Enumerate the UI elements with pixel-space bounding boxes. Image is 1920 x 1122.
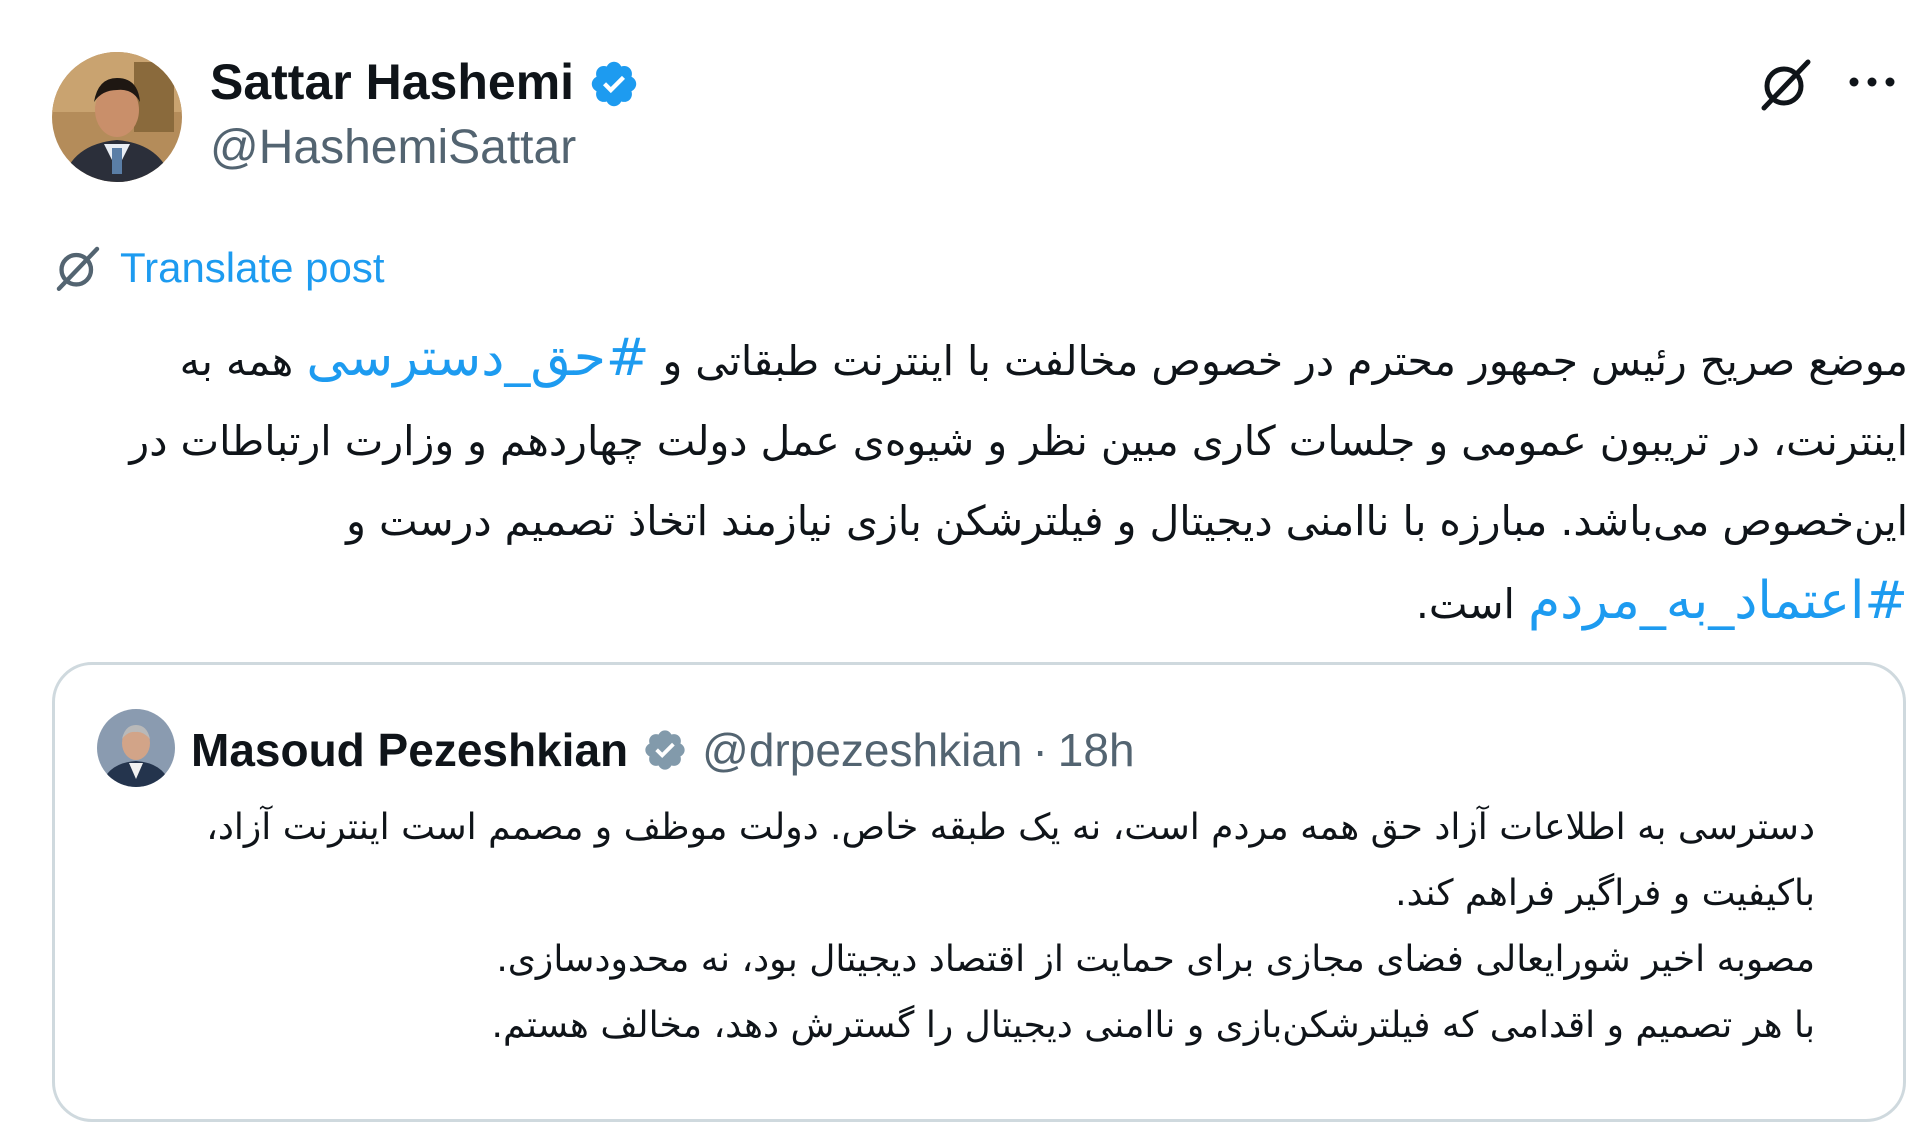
- quoted-text: دسترسی به اطلاعات آزاد حق همه مردم است، …: [155, 795, 1815, 1059]
- post-text-part: موضع صریح رئیس جمهور محترم در خصوص مخالف…: [649, 337, 1908, 385]
- quoted-separator: ·: [1032, 724, 1048, 776]
- author-name[interactable]: Sattar Hashemi: [210, 52, 574, 112]
- quoted-author-handle[interactable]: @drpezeshkian: [702, 723, 1022, 777]
- translate-icon: [56, 246, 100, 291]
- quoted-text-line: دسترسی به اطلاعات آزاد حق همه مردم است، …: [206, 807, 1815, 848]
- quoted-text-line: با هر تصمیم و اقدامی که فیلترشکن‌بازی و …: [491, 1005, 1815, 1046]
- author-avatar[interactable]: [52, 52, 182, 182]
- verified-blue-badge-icon: [591, 61, 637, 107]
- verified-gray-badge-icon: [645, 730, 685, 770]
- quoted-text-line: مصوبه اخیر شورایعالی فضای مجازی برای حما…: [496, 939, 1815, 980]
- quoted-author-name[interactable]: Masoud Pezeshkian: [191, 723, 628, 777]
- quoted-header: Masoud Pezeshkian @drpezeshkian · 18h: [191, 715, 1135, 785]
- hashtag-link[interactable]: #اعتماد_به_مردم: [1528, 571, 1908, 631]
- quoted-author-avatar[interactable]: [97, 709, 175, 787]
- hashtag-link[interactable]: #حق_دسترسی: [306, 328, 649, 388]
- quoted-post-card[interactable]: Masoud Pezeshkian @drpezeshkian · 18h دس…: [52, 662, 1906, 1122]
- more-icon[interactable]: [1842, 60, 1902, 104]
- quoted-timestamp[interactable]: 18h: [1058, 723, 1135, 777]
- post-text-part: است.: [1415, 580, 1528, 628]
- author-handle[interactable]: @HashemiSattar: [210, 118, 576, 178]
- quoted-text-line: باکیفیت و فراگیر فراهم کند.: [1395, 873, 1815, 914]
- translate-post-link[interactable]: Translate post: [52, 240, 385, 296]
- grok-icon[interactable]: [1756, 54, 1816, 114]
- translate-label: Translate post: [120, 244, 385, 291]
- post-text: موضع صریح رئیس جمهور محترم در خصوص مخالف…: [54, 318, 1908, 644]
